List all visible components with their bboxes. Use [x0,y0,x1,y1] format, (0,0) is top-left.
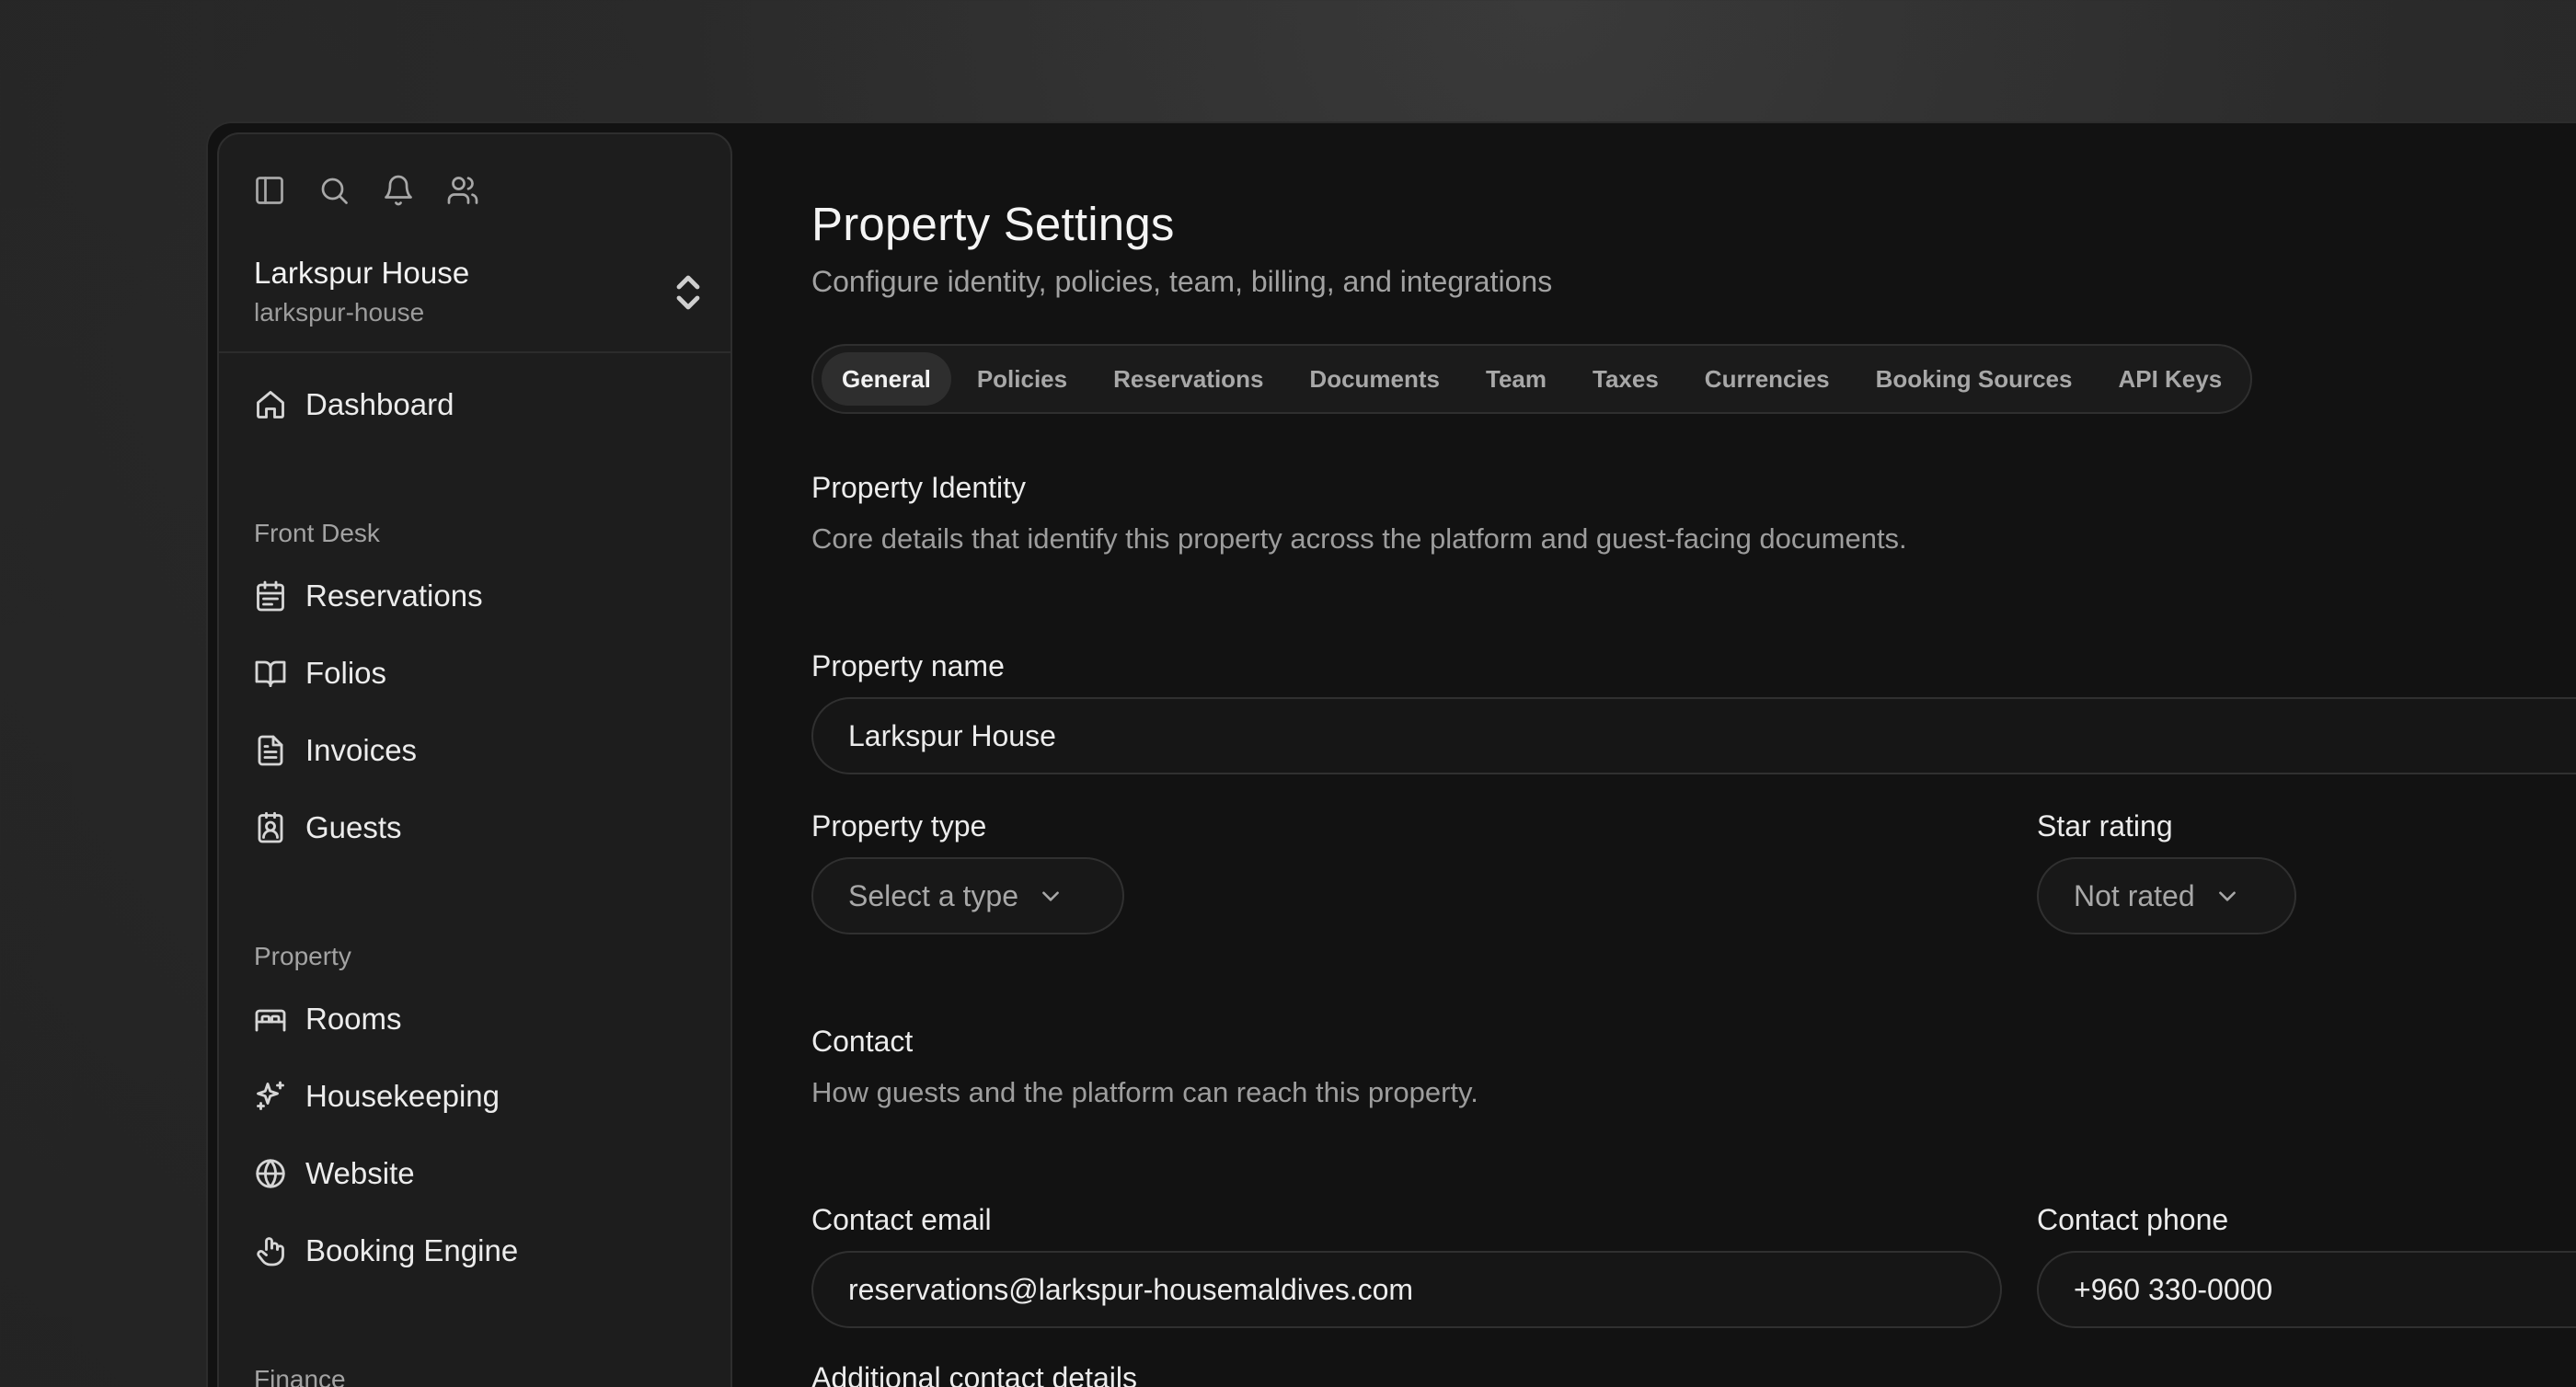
users-icon[interactable] [445,173,480,208]
tab-booking-sources[interactable]: Booking Sources [1856,352,2093,406]
nav-section-front-desk: Front Desk [254,519,380,547]
sidebar-item-label: Invoices [305,733,418,767]
sidebar: Larkspur House larkspur-house Dashboard … [217,132,732,1387]
nav-section-property: Property [254,942,351,970]
sidebar-item-label: Housekeeping [305,1079,500,1113]
tab-reservations[interactable]: Reservations [1093,352,1283,406]
sidebar-item-dashboard[interactable]: Dashboard [254,379,454,430]
sidebar-item-label: Rooms [305,1002,402,1036]
sidebar-item-invoices[interactable]: Invoices [254,725,417,776]
contact-icon [258,811,283,843]
contact-email-input[interactable] [811,1251,2002,1328]
section-title-identity: Property Identity [811,471,1026,504]
property-name: Larkspur House [254,256,470,290]
contact-email-label: Contact email [811,1203,992,1236]
page-title: Property Settings [811,198,1175,250]
hand-pointer-icon [257,1237,284,1267]
tab-currencies[interactable]: Currencies [1685,352,1850,406]
sidebar-item-label: Folios [305,656,387,690]
book-open-icon [255,660,286,687]
section-title-contact: Contact [811,1025,914,1058]
property-name-input[interactable] [811,697,2576,774]
property-type-label: Property type [811,809,987,843]
sidebar-toggle-icon[interactable] [252,173,287,208]
bed-icon [255,1009,286,1032]
home-icon [257,391,284,418]
settings-tabs: General Policies Reservations Documents … [811,344,2253,414]
chevron-down-icon [2218,891,2236,901]
contact-phone-label: Contact phone [2037,1203,2229,1236]
property-name-label: Property name [811,649,1005,682]
property-slug: larkspur-house [254,298,425,327]
sidebar-item-housekeeping[interactable]: Housekeeping [254,1071,500,1122]
bell-icon[interactable] [381,173,416,208]
star-rating-value: Not rated [2074,878,2195,912]
page-subtitle: Configure identity, policies, team, bill… [811,265,1553,298]
main-content: Property Settings Configure identity, po… [811,123,2576,1387]
property-type-select[interactable]: Select a type [811,857,1124,934]
sidebar-item-guests[interactable]: Guests [254,802,402,854]
star-rating-select[interactable]: Not rated [2037,857,2296,934]
sidebar-item-reservations[interactable]: Reservations [254,570,483,622]
globe-icon [256,1159,285,1188]
sidebar-item-rooms[interactable]: Rooms [254,993,402,1045]
star-rating-label: Star rating [2037,809,2173,843]
app-window: Larkspur House larkspur-house Dashboard … [206,121,2576,1387]
chevron-down-icon [1042,891,1059,901]
sparkles-icon [257,1081,284,1110]
section-description-identity: Core details that identify this property… [811,522,1907,555]
sidebar-item-folios[interactable]: Folios [254,648,386,699]
property-switcher[interactable]: Larkspur House larkspur-house [254,256,705,329]
sidebar-item-label: Reservations [305,579,483,613]
sidebar-item-label: Website [305,1156,415,1190]
sidebar-item-label: Guests [305,810,402,844]
sidebar-divider [219,351,730,353]
property-type-value: Select a type [848,878,1018,912]
tab-general[interactable]: General [822,352,951,406]
nav-section-finance: Finance [254,1365,346,1387]
sidebar-item-booking-engine[interactable]: Booking Engine [254,1225,518,1277]
sidebar-item-label: Booking Engine [305,1233,519,1267]
tab-api-keys[interactable]: API Keys [2098,352,2242,406]
search-icon[interactable] [316,173,351,208]
tab-taxes[interactable]: Taxes [1572,352,1679,406]
tab-team[interactable]: Team [1466,352,1567,406]
additional-contact-label: Additional contact details [811,1361,1137,1387]
contact-phone-input[interactable] [2037,1251,2576,1328]
section-description-contact: How guests and the platform can reach th… [811,1076,1478,1108]
file-text-icon [258,735,283,766]
tab-documents[interactable]: Documents [1289,352,1460,406]
chevrons-up-down-icon [672,272,705,313]
calendar-icon [257,580,284,612]
tab-policies[interactable]: Policies [957,352,1087,406]
sidebar-item-label: Dashboard [305,387,454,421]
sidebar-toolbar [252,173,480,208]
sidebar-item-website[interactable]: Website [254,1148,415,1199]
